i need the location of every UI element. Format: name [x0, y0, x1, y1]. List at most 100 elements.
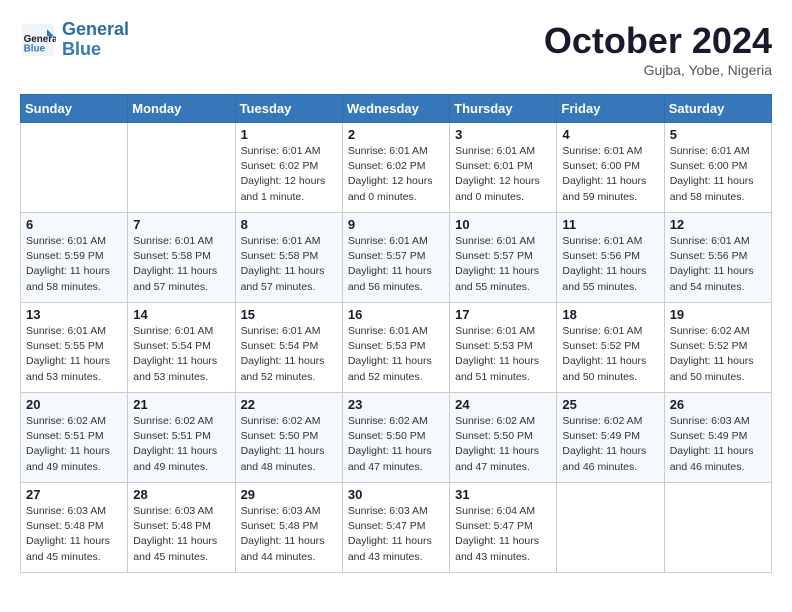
calendar-cell: 20 Sunrise: 6:02 AM Sunset: 5:51 PM Dayli…: [21, 393, 128, 483]
calendar-cell: 25Sunrise: 6:02 AM Sunset: 5:49 PM Dayli…: [557, 393, 664, 483]
calendar-cell: 29 Sunrise: 6:03 AM Sunset: 5:48 PM Dayli…: [235, 483, 342, 573]
calendar-cell: [21, 123, 128, 213]
calendar-cell: 30 Sunrise: 6:03 AM Sunset: 5:47 PM Dayli…: [342, 483, 449, 573]
calendar-week-1: 1 Sunrise: 6:01 AM Sunset: 6:02 PM Daylig…: [21, 123, 772, 213]
logo-icon: General Blue: [20, 22, 56, 58]
day-number: 11: [562, 217, 658, 232]
day-info: Sunrise: 6:02 AM Sunset: 5:51 PM Dayligh…: [26, 414, 122, 475]
weekday-header-wednesday: Wednesday: [342, 95, 449, 123]
calendar-week-3: 13Sunrise: 6:01 AM Sunset: 5:55 PM Dayli…: [21, 303, 772, 393]
day-info: Sunrise: 6:02 AM Sunset: 5:50 PM Dayligh…: [348, 414, 444, 475]
calendar-week-2: 6Sunrise: 6:01 AM Sunset: 5:59 PM Daylig…: [21, 213, 772, 303]
day-info: Sunrise: 6:03 AM Sunset: 5:48 PM Dayligh…: [26, 504, 122, 565]
calendar-cell: 5 Sunrise: 6:01 AM Sunset: 6:00 PM Daylig…: [664, 123, 771, 213]
calendar-week-5: 27 Sunrise: 6:03 AM Sunset: 5:48 PM Dayli…: [21, 483, 772, 573]
day-info: Sunrise: 6:02 AM Sunset: 5:50 PM Dayligh…: [455, 414, 551, 475]
weekday-header-tuesday: Tuesday: [235, 95, 342, 123]
day-info: Sunrise: 6:01 AM Sunset: 6:01 PM Dayligh…: [455, 144, 551, 205]
day-number: 9: [348, 217, 444, 232]
day-number: 17: [455, 307, 551, 322]
day-number: 14: [133, 307, 229, 322]
calendar-table: SundayMondayTuesdayWednesdayThursdayFrid…: [20, 94, 772, 573]
weekday-header-sunday: Sunday: [21, 95, 128, 123]
calendar-week-4: 20 Sunrise: 6:02 AM Sunset: 5:51 PM Dayli…: [21, 393, 772, 483]
day-number: 21: [133, 397, 229, 412]
calendar-cell: 27 Sunrise: 6:03 AM Sunset: 5:48 PM Dayli…: [21, 483, 128, 573]
day-info: Sunrise: 6:01 AM Sunset: 5:54 PM Dayligh…: [241, 324, 337, 385]
day-number: 28: [133, 487, 229, 502]
day-info: Sunrise: 6:01 AM Sunset: 5:54 PM Dayligh…: [133, 324, 229, 385]
weekday-header-thursday: Thursday: [450, 95, 557, 123]
day-info: Sunrise: 6:01 AM Sunset: 6:00 PM Dayligh…: [562, 144, 658, 205]
day-info: Sunrise: 6:01 AM Sunset: 5:58 PM Dayligh…: [133, 234, 229, 295]
calendar-cell: 17 Sunrise: 6:01 AM Sunset: 5:53 PM Dayli…: [450, 303, 557, 393]
weekday-header-saturday: Saturday: [664, 95, 771, 123]
day-info: Sunrise: 6:01 AM Sunset: 5:52 PM Dayligh…: [562, 324, 658, 385]
day-number: 10: [455, 217, 551, 232]
calendar-cell: 16Sunrise: 6:01 AM Sunset: 5:53 PM Dayli…: [342, 303, 449, 393]
calendar-cell: 1Sunrise: 6:01 AM Sunset: 6:02 PM Daylig…: [235, 123, 342, 213]
calendar-cell: 3Sunrise: 6:01 AM Sunset: 6:01 PM Daylig…: [450, 123, 557, 213]
day-number: 2: [348, 127, 444, 142]
calendar-cell: [128, 123, 235, 213]
calendar-cell: 28 Sunrise: 6:03 AM Sunset: 5:48 PM Dayli…: [128, 483, 235, 573]
calendar-cell: 11 Sunrise: 6:01 AM Sunset: 5:56 PM Dayli…: [557, 213, 664, 303]
month-title: October 2024: [544, 20, 772, 62]
calendar-cell: 13Sunrise: 6:01 AM Sunset: 5:55 PM Dayli…: [21, 303, 128, 393]
calendar-cell: 4 Sunrise: 6:01 AM Sunset: 6:00 PM Daylig…: [557, 123, 664, 213]
calendar-cell: 23 Sunrise: 6:02 AM Sunset: 5:50 PM Dayli…: [342, 393, 449, 483]
day-info: Sunrise: 6:01 AM Sunset: 5:59 PM Dayligh…: [26, 234, 122, 295]
day-number: 5: [670, 127, 766, 142]
day-info: Sunrise: 6:03 AM Sunset: 5:48 PM Dayligh…: [241, 504, 337, 565]
calendar-cell: 12 Sunrise: 6:01 AM Sunset: 5:56 PM Dayli…: [664, 213, 771, 303]
day-info: Sunrise: 6:02 AM Sunset: 5:50 PM Dayligh…: [241, 414, 337, 475]
day-number: 29: [241, 487, 337, 502]
day-info: Sunrise: 6:01 AM Sunset: 5:56 PM Dayligh…: [670, 234, 766, 295]
day-number: 1: [241, 127, 337, 142]
day-info: Sunrise: 6:01 AM Sunset: 5:55 PM Dayligh…: [26, 324, 122, 385]
weekday-header-monday: Monday: [128, 95, 235, 123]
day-number: 12: [670, 217, 766, 232]
day-number: 22: [241, 397, 337, 412]
day-number: 25: [562, 397, 658, 412]
calendar-cell: 10Sunrise: 6:01 AM Sunset: 5:57 PM Dayli…: [450, 213, 557, 303]
calendar-cell: 24 Sunrise: 6:02 AM Sunset: 5:50 PM Dayli…: [450, 393, 557, 483]
calendar-cell: 14 Sunrise: 6:01 AM Sunset: 5:54 PM Dayli…: [128, 303, 235, 393]
day-info: Sunrise: 6:01 AM Sunset: 6:00 PM Dayligh…: [670, 144, 766, 205]
day-number: 20: [26, 397, 122, 412]
calendar-cell: 7 Sunrise: 6:01 AM Sunset: 5:58 PM Daylig…: [128, 213, 235, 303]
title-block: October 2024 Gujba, Yobe, Nigeria: [544, 20, 772, 78]
day-info: Sunrise: 6:01 AM Sunset: 5:56 PM Dayligh…: [562, 234, 658, 295]
day-info: Sunrise: 6:01 AM Sunset: 5:53 PM Dayligh…: [348, 324, 444, 385]
day-number: 18: [562, 307, 658, 322]
day-info: Sunrise: 6:01 AM Sunset: 5:57 PM Dayligh…: [348, 234, 444, 295]
day-number: 4: [562, 127, 658, 142]
day-number: 30: [348, 487, 444, 502]
calendar-cell: 15Sunrise: 6:01 AM Sunset: 5:54 PM Dayli…: [235, 303, 342, 393]
calendar-cell: 19 Sunrise: 6:02 AM Sunset: 5:52 PM Dayli…: [664, 303, 771, 393]
day-number: 19: [670, 307, 766, 322]
calendar-cell: 6Sunrise: 6:01 AM Sunset: 5:59 PM Daylig…: [21, 213, 128, 303]
day-info: Sunrise: 6:04 AM Sunset: 5:47 PM Dayligh…: [455, 504, 551, 565]
day-info: Sunrise: 6:01 AM Sunset: 5:53 PM Dayligh…: [455, 324, 551, 385]
day-info: Sunrise: 6:03 AM Sunset: 5:47 PM Dayligh…: [348, 504, 444, 565]
day-number: 23: [348, 397, 444, 412]
day-number: 26: [670, 397, 766, 412]
calendar-cell: 21Sunrise: 6:02 AM Sunset: 5:51 PM Dayli…: [128, 393, 235, 483]
day-info: Sunrise: 6:02 AM Sunset: 5:52 PM Dayligh…: [670, 324, 766, 385]
calendar-cell: 22 Sunrise: 6:02 AM Sunset: 5:50 PM Dayli…: [235, 393, 342, 483]
calendar-header: SundayMondayTuesdayWednesdayThursdayFrid…: [21, 95, 772, 123]
day-number: 7: [133, 217, 229, 232]
calendar-cell: [664, 483, 771, 573]
day-info: Sunrise: 6:03 AM Sunset: 5:48 PM Dayligh…: [133, 504, 229, 565]
day-number: 8: [241, 217, 337, 232]
weekday-header-row: SundayMondayTuesdayWednesdayThursdayFrid…: [21, 95, 772, 123]
calendar-cell: 18 Sunrise: 6:01 AM Sunset: 5:52 PM Dayli…: [557, 303, 664, 393]
day-info: Sunrise: 6:01 AM Sunset: 6:02 PM Dayligh…: [348, 144, 444, 205]
day-info: Sunrise: 6:03 AM Sunset: 5:49 PM Dayligh…: [670, 414, 766, 475]
day-number: 27: [26, 487, 122, 502]
day-number: 24: [455, 397, 551, 412]
calendar-body: 1 Sunrise: 6:01 AM Sunset: 6:02 PM Daylig…: [21, 123, 772, 573]
calendar-cell: 31Sunrise: 6:04 AM Sunset: 5:47 PM Dayli…: [450, 483, 557, 573]
calendar-cell: 9 Sunrise: 6:01 AM Sunset: 5:57 PM Daylig…: [342, 213, 449, 303]
